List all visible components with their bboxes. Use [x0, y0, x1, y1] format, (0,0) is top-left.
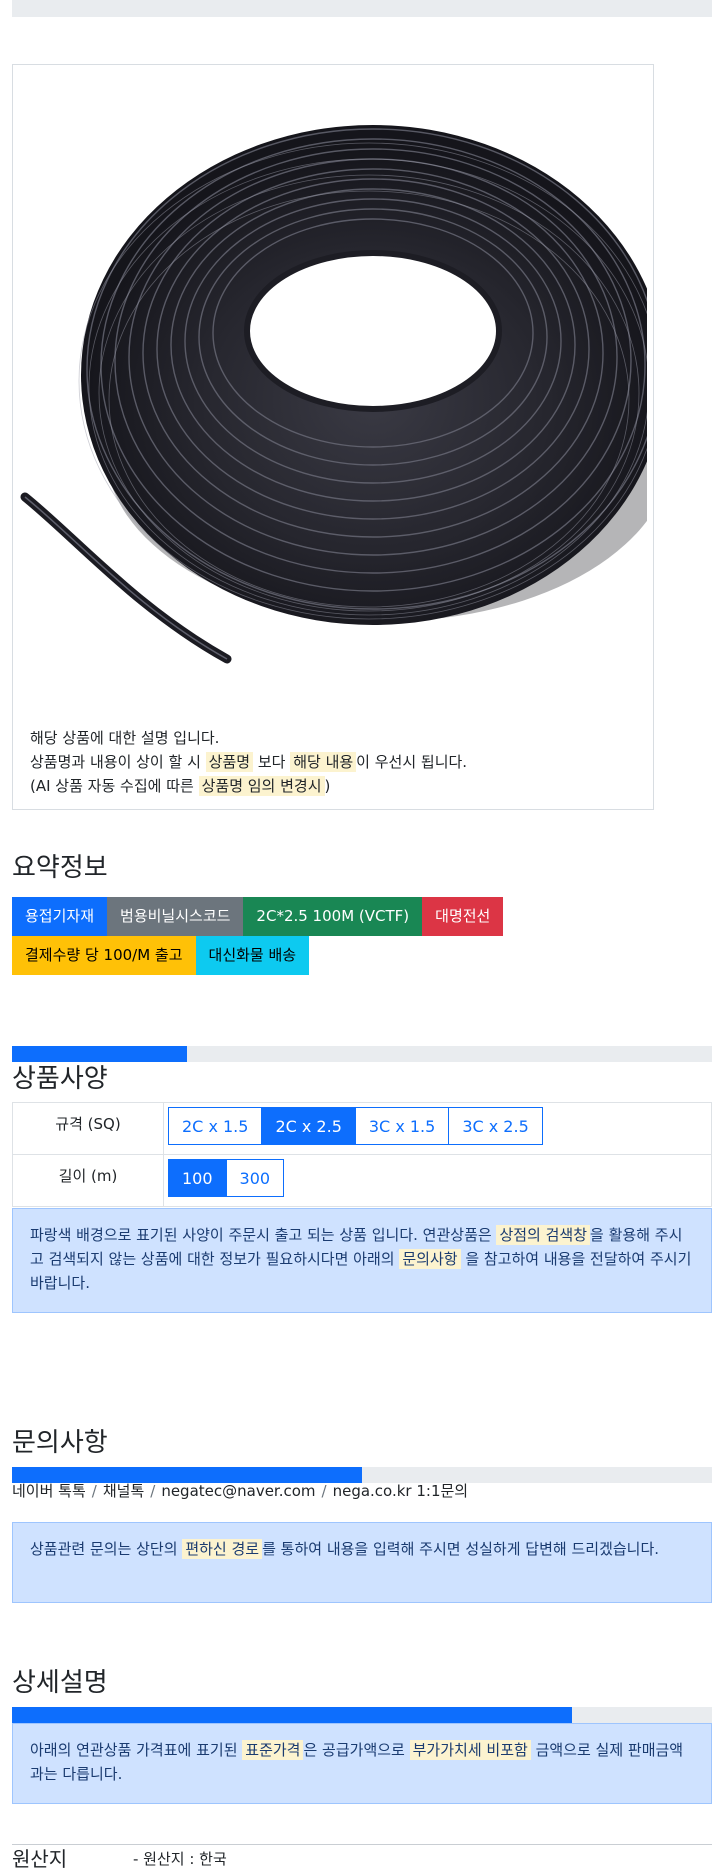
option-length-300[interactable]: 300 [225, 1159, 285, 1197]
contact-email[interactable]: negatec@naver.com [161, 1482, 315, 1500]
spec-title: 상품사양 [12, 1064, 108, 1094]
highlight-store-search: 상점의 검색창 [496, 1225, 591, 1245]
badge-type: 범용비닐시스코드 [107, 897, 244, 936]
detail-note: 아래의 연관상품 가격표에 표기된 표준가격 은 공급가액으로 부가가치세 비포함… [12, 1723, 712, 1804]
size-options: 2C x 1.5 2C x 2.5 3C x 1.5 3C x 2.5 [164, 1103, 546, 1154]
origin-value: - 원산지 : 한국 [133, 1850, 227, 1868]
badge-category: 용접기자재 [12, 897, 108, 936]
contact-naver-talk[interactable]: 네이버 톡톡 [12, 1482, 86, 1500]
option-3c-2-5[interactable]: 3C x 2.5 [448, 1107, 543, 1145]
summary-badges-row-2: 결제수량 당 100/M 출고 대신화물 배송 [12, 936, 310, 975]
option-3c-1-5[interactable]: 3C x 1.5 [354, 1107, 450, 1145]
product-image-cable-coil [20, 125, 647, 664]
highlight-route: 편하신 경로 [182, 1539, 263, 1559]
product-card: 해당 상품에 대한 설명 입니다. 상품명과 내용이 상이 할 시 상품명 보다… [12, 64, 654, 810]
separator: / [91, 1482, 97, 1500]
divider [12, 1844, 712, 1845]
contact-channels: 네이버 톡톡 / 채널톡 / negatec@naver.com / nega.co.kr … [12, 1480, 468, 1501]
badge-shipping: 대신화물 배송 [195, 936, 310, 975]
origin-label: 원산지 [12, 1847, 68, 1871]
contact-channel-talk[interactable]: 채널톡 [103, 1482, 144, 1500]
highlight-inquiry: 문의사항 [399, 1249, 461, 1269]
inquiry-title: 문의사항 [12, 1428, 108, 1458]
spec-label-length: 길이 (m) [13, 1155, 164, 1206]
contact-website[interactable]: nega.co.kr 1:1문의 [333, 1482, 469, 1500]
spec-row-size: 규격 (SQ) 2C x 1.5 2C x 2.5 3C x 1.5 3C x … [13, 1103, 711, 1155]
spec-row-length: 길이 (m) 100 300 [13, 1155, 711, 1206]
spec-label-size: 규격 (SQ) [13, 1103, 164, 1154]
badge-quantity: 결제수량 당 100/M 출고 [12, 936, 196, 975]
highlight-vat-excluded: 부가가치세 비포함 [409, 1740, 531, 1760]
inquiry-note: 상품관련 문의는 상단의 편하신 경로 를 통하여 내용을 입력해 주시면 성실하… [12, 1522, 712, 1603]
top-bar [12, 0, 712, 17]
spec-note: 파랑색 배경으로 표기된 사양이 주문시 출고 되는 상품 입니다. 연관상품은… [12, 1208, 712, 1313]
detail-progress [12, 1707, 712, 1723]
detail-progress-fill [12, 1707, 572, 1723]
summary-badges-row-1: 용접기자재 범용비닐시스코드 2C*2.5 100M (VCTF) 대명전선 [12, 897, 504, 936]
description-line-3: (AI 상품 자동 수집에 따른 상품명 임의 변경시) [30, 776, 331, 796]
option-2c-1-5[interactable]: 2C x 1.5 [168, 1107, 263, 1145]
detail-title: 상세설명 [12, 1668, 108, 1698]
highlight-product-name: 상품명 [205, 752, 254, 772]
option-2c-2-5[interactable]: 2C x 2.5 [261, 1107, 356, 1145]
summary-title: 요약정보 [12, 853, 108, 883]
option-length-100[interactable]: 100 [168, 1159, 227, 1197]
spec-progress-fill [12, 1046, 187, 1062]
spec-progress [12, 1046, 712, 1062]
badge-spec: 2C*2.5 100M (VCTF) [243, 897, 423, 936]
separator: / [150, 1482, 156, 1500]
description-line-1: 해당 상품에 대한 설명 입니다. [30, 729, 220, 747]
spec-table: 규격 (SQ) 2C x 1.5 2C x 2.5 3C x 1.5 3C x … [12, 1102, 712, 1207]
description-line-2: 상품명과 내용이 상이 할 시 상품명 보다 해당 내용 이 우선시 됩니다. [30, 752, 468, 772]
highlight-rename: 상품명 임의 변경시 [198, 776, 325, 796]
highlight-content: 해당 내용 [290, 752, 357, 772]
badge-maker: 대명전선 [422, 897, 504, 936]
highlight-standard-price: 표준가격 [242, 1740, 304, 1760]
length-options: 100 300 [164, 1155, 287, 1206]
separator: / [321, 1482, 327, 1500]
